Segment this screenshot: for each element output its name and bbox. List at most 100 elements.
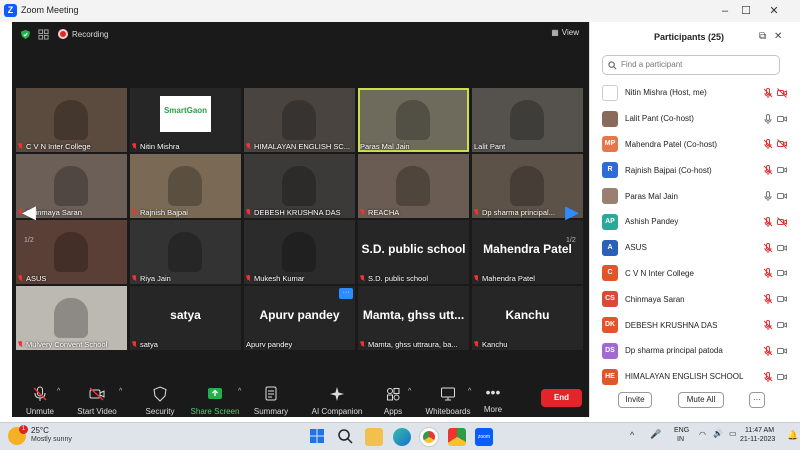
apps-button[interactable]: Apps	[363, 386, 423, 416]
camera-off-icon[interactable]	[777, 88, 787, 98]
edge-browser-icon[interactable]	[393, 428, 411, 446]
grid-info-icon[interactable]	[38, 29, 49, 40]
zoom-taskbar-icon[interactable]: zoom	[475, 428, 493, 446]
maximize-icon[interactable]: ☐	[737, 3, 755, 19]
camera-on-icon[interactable]	[777, 268, 787, 278]
taskbar-search-icon[interactable]	[337, 428, 355, 446]
clock-time[interactable]: 11:47 AM	[745, 427, 774, 434]
mic-muted-icon[interactable]	[763, 216, 773, 227]
mic-muted-icon[interactable]	[763, 320, 773, 331]
chrome-browser-icon[interactable]	[419, 427, 439, 447]
camera-on-icon[interactable]	[777, 114, 787, 124]
tray-mic-icon[interactable]: 🎤	[650, 429, 661, 440]
participant-row[interactable]: AP Ashish Pandey	[602, 209, 787, 235]
participant-name: Apurv pandey	[246, 340, 293, 349]
end-meeting-button[interactable]: End	[541, 389, 582, 407]
camera-on-icon[interactable]	[777, 243, 787, 253]
camera-on-icon[interactable]	[777, 294, 787, 304]
mic-muted-icon[interactable]	[763, 139, 773, 150]
camera-off-icon[interactable]	[777, 217, 787, 227]
volume-icon[interactable]: 🔊	[713, 429, 723, 438]
video-tile[interactable]: Mamta, ghss utt... Mamta, ghss uttraura, …	[358, 286, 469, 350]
video-tile[interactable]: S.D. public school S.D. public school	[358, 220, 469, 284]
camera-on-icon[interactable]	[777, 346, 787, 356]
meeting-toolbar: Unmute ^ Start Video ^ Security Share Sc…	[12, 382, 589, 417]
close-panel-icon[interactable]: ✕	[774, 31, 782, 42]
mic-muted-icon[interactable]	[763, 371, 773, 382]
video-tile[interactable]: Paras Mal Jain	[358, 88, 469, 152]
participant-row[interactable]: HE HIMALAYAN ENGLISH SCHOOL	[602, 364, 787, 390]
title-bar: Z Zoom Meeting – ☐ ✕	[0, 0, 800, 22]
participant-row[interactable]: MP Mahendra Patel (Co-host)	[602, 132, 787, 158]
participant-row[interactable]: C C V N Inter College	[602, 261, 787, 287]
participant-row[interactable]: Nitin Mishra (Host, me)	[602, 80, 787, 106]
video-tile[interactable]: Apurv pandey ··· Apurv pandey	[244, 286, 355, 350]
video-tile[interactable]: REACHA	[358, 154, 469, 218]
participant-row[interactable]: Paras Mal Jain	[602, 183, 787, 209]
mic-on-icon[interactable]	[763, 113, 773, 124]
mic-muted-icon[interactable]	[763, 242, 773, 253]
encryption-shield-icon[interactable]	[20, 29, 31, 40]
participant-search-input[interactable]: Find a participant	[602, 55, 780, 75]
video-tile[interactable]: Kanchu Kanchu	[472, 286, 583, 350]
tile-more-icon[interactable]: ···	[339, 288, 353, 299]
camera-on-icon[interactable]	[777, 165, 787, 175]
mic-muted-icon[interactable]	[763, 87, 773, 98]
participant-row[interactable]: Lalit Pant (Co-host)	[602, 106, 787, 132]
mic-muted-icon[interactable]	[763, 345, 773, 356]
audio-options-chevron-icon[interactable]: ^	[57, 388, 60, 395]
google-drive-icon[interactable]	[448, 428, 466, 446]
recording-indicator[interactable]: Recording	[58, 29, 108, 39]
video-tile[interactable]: SmartGaon Nitin Mishra	[130, 88, 241, 152]
camera-on-icon[interactable]	[777, 320, 787, 330]
invite-button[interactable]: Invite	[618, 392, 652, 408]
pop-out-icon[interactable]: ⧉	[759, 31, 766, 42]
video-options-chevron-icon[interactable]: ^	[119, 388, 122, 395]
video-tile[interactable]: satya satya	[130, 286, 241, 350]
start-menu-icon[interactable]	[309, 428, 327, 446]
video-tile[interactable]: C V N Inter College	[16, 88, 127, 152]
start-video-button[interactable]: Start Video	[67, 386, 127, 416]
participant-row[interactable]: A ASUS	[602, 235, 787, 261]
camera-off-icon[interactable]	[777, 139, 787, 150]
mic-on-icon[interactable]	[763, 191, 773, 202]
wifi-icon[interactable]: ◠	[699, 430, 706, 439]
security-button[interactable]: Security	[130, 386, 190, 416]
camera-on-icon[interactable]	[777, 191, 787, 201]
video-tile[interactable]: Mulvery Convent School	[16, 286, 127, 350]
language-primary[interactable]: ENG	[674, 427, 689, 434]
video-tile[interactable]: DEBESH KRUSHNA DAS	[244, 154, 355, 218]
apps-options-chevron-icon[interactable]: ^	[408, 388, 411, 395]
more-button[interactable]: ••• More	[463, 385, 523, 414]
participant-row[interactable]: DS Dp sharma principal patoda	[602, 338, 787, 364]
panel-footer: Invite Mute All ···	[590, 388, 789, 412]
participant-row[interactable]: R Rajnish Bajpai (Co-host)	[602, 157, 787, 183]
minimize-icon[interactable]: –	[716, 3, 734, 19]
video-tile[interactable]: Mukesh Kumar	[244, 220, 355, 284]
share-screen-button[interactable]: Share Screen	[185, 386, 245, 416]
video-tile[interactable]: HIMALAYAN ENGLISH SC...	[244, 88, 355, 152]
prev-page-icon[interactable]: ◀	[20, 202, 38, 242]
panel-more-button[interactable]: ···	[749, 392, 765, 408]
participant-row[interactable]: CS Chinmaya Saran	[602, 286, 787, 312]
recording-dot-icon	[58, 29, 68, 39]
close-icon[interactable]: ✕	[765, 3, 783, 19]
mic-muted-icon[interactable]	[763, 268, 773, 279]
mic-muted-icon[interactable]	[763, 165, 773, 176]
video-tile[interactable]: Rajnish Bajpai	[130, 154, 241, 218]
battery-icon[interactable]: ▭	[729, 429, 737, 438]
video-tile[interactable]: Lalit Pant	[472, 88, 583, 152]
mic-muted-icon[interactable]	[763, 294, 773, 305]
next-page-icon[interactable]: ▶	[563, 202, 581, 242]
camera-on-icon[interactable]	[777, 372, 787, 382]
notifications-icon[interactable]: 🔔	[787, 430, 798, 441]
file-explorer-icon[interactable]	[365, 428, 383, 446]
participant-row[interactable]: DK DEBESH KRUSHNA DAS	[602, 312, 787, 338]
video-tile[interactable]: Riya Jain	[130, 220, 241, 284]
video-off-icon	[89, 387, 105, 401]
view-button[interactable]: ▦ View	[551, 28, 579, 37]
mute-all-button[interactable]: Mute All	[678, 392, 724, 408]
tray-chevron-icon[interactable]: ^	[630, 430, 634, 440]
summary-button[interactable]: Summary	[241, 386, 301, 416]
unmute-button[interactable]: Unmute	[10, 386, 70, 416]
